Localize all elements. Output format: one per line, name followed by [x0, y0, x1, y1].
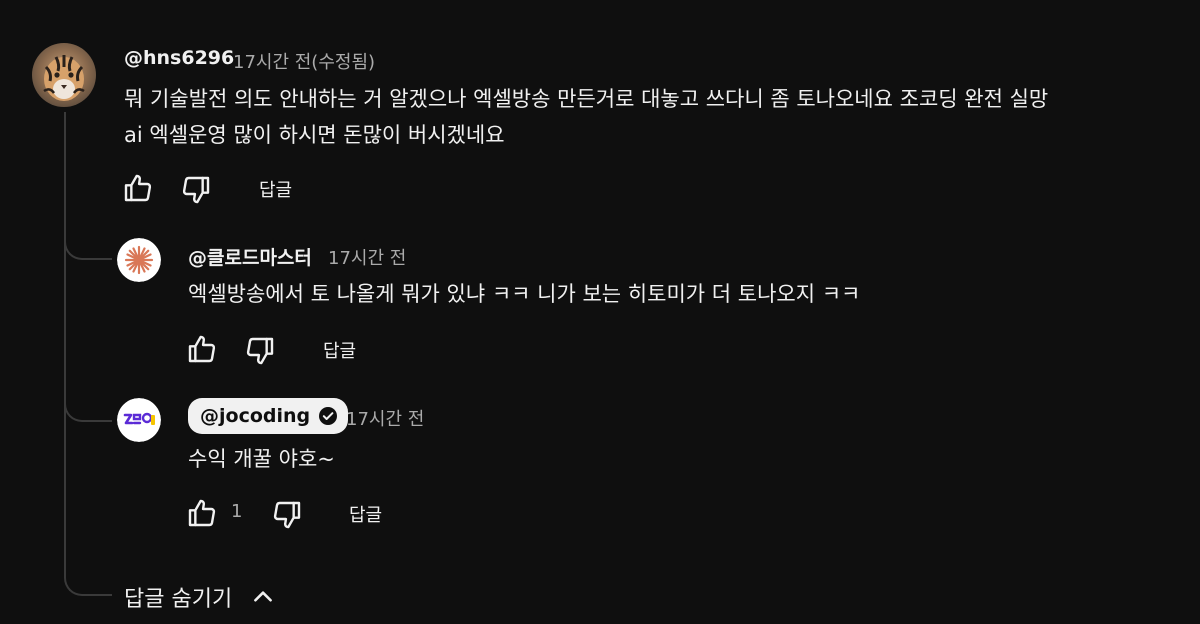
avatar[interactable]	[117, 238, 161, 282]
like-count: 1	[231, 501, 243, 522]
avatar[interactable]	[117, 398, 161, 442]
hide-replies-connector	[64, 402, 112, 596]
thumbs-up-icon[interactable]	[186, 333, 218, 365]
hide-replies-button[interactable]: 답글 숨기기	[124, 581, 276, 613]
reply-author[interactable]: @클로드마스터	[188, 243, 312, 270]
reply-timestamp[interactable]: 17시간 전	[328, 244, 406, 270]
thumbs-down-icon[interactable]	[180, 174, 212, 206]
chevron-up-icon	[254, 591, 273, 602]
reply-button[interactable]: 답글	[259, 176, 292, 202]
claude-starburst-avatar-icon	[117, 238, 161, 282]
thumbs-down-icon[interactable]	[244, 335, 276, 367]
thumbs-up-icon[interactable]	[122, 172, 154, 204]
reply-text: 엑셀방송에서 토 나올게 뭐가 있냐 ㅋㅋ 니가 보는 히토미가 더 토나오지 …	[188, 282, 861, 306]
verified-check-icon	[319, 407, 338, 425]
reply-connector	[64, 230, 112, 260]
thumbs-up-icon[interactable]	[186, 497, 218, 529]
reply-author: @jocoding	[200, 405, 311, 427]
comment-text-line: ai 엑셀운영 많이 하시면 돈많이 버시겠네요	[124, 123, 505, 147]
reply-text: 수익 개꿀 야호~	[188, 447, 335, 471]
hide-replies-label: 답글 숨기기	[124, 587, 233, 612]
reply-button[interactable]: 답글	[323, 337, 356, 363]
avatar[interactable]	[32, 43, 96, 107]
comment-text-line: 뭐 기술발전 의도 안내하는 거 알겠으나 엑셀방송 만든거로 대놓고 쓰다니 …	[124, 87, 1049, 111]
comment-author[interactable]: @hns6296	[124, 47, 234, 69]
tiger-avatar-icon	[32, 43, 96, 107]
jocoding-logo-avatar-icon	[117, 398, 161, 442]
author-badge[interactable]: @jocoding	[188, 398, 349, 434]
reply-button[interactable]: 답글	[349, 501, 382, 527]
comment-timestamp[interactable]: 17시간 전(수정됨)	[233, 48, 375, 74]
thread-line	[64, 112, 66, 402]
thumbs-down-icon[interactable]	[271, 499, 303, 531]
reply-timestamp[interactable]: 17시간 전	[346, 405, 424, 431]
